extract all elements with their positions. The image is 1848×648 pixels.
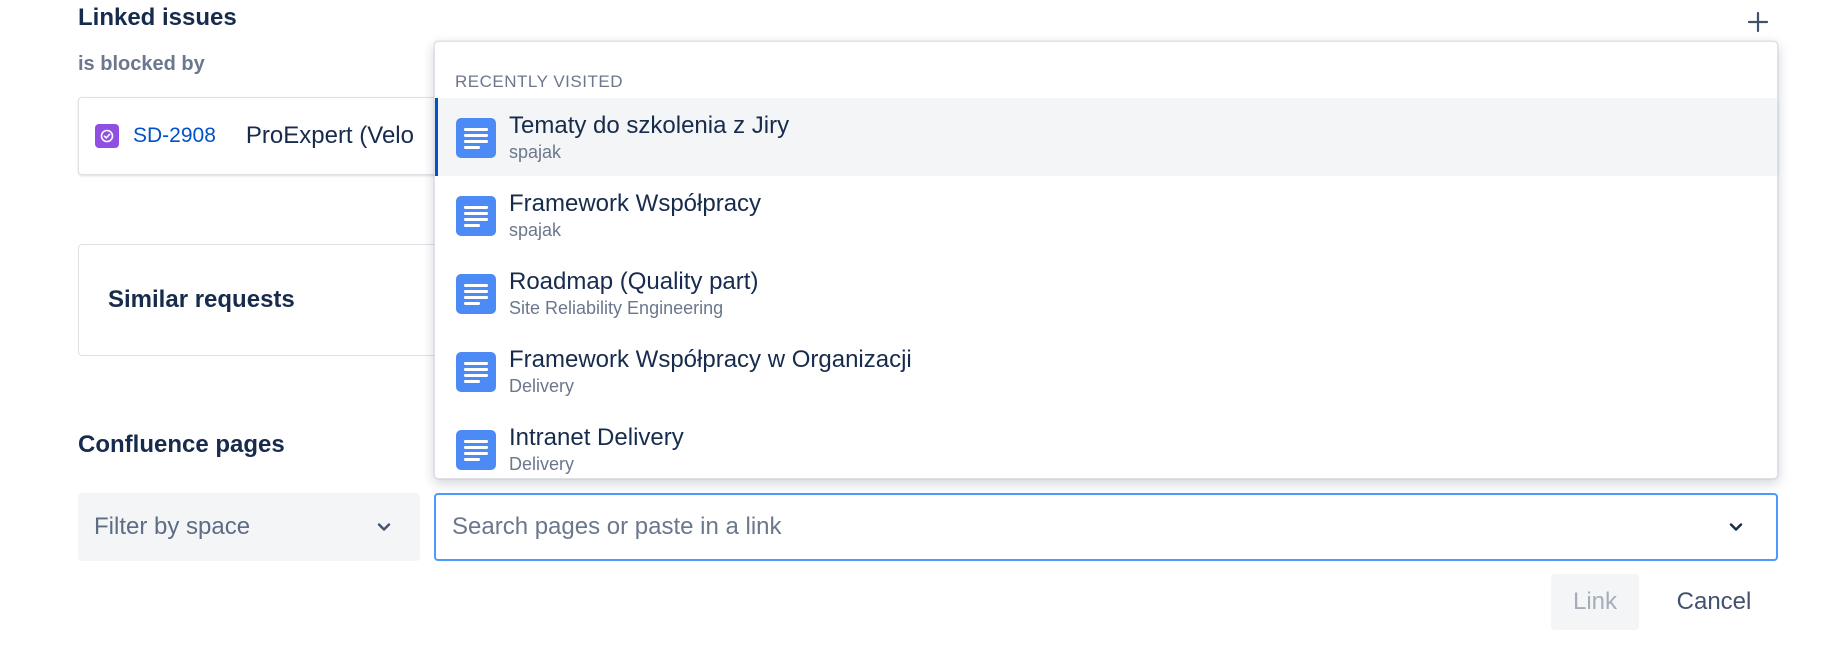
issue-summary: ProExpert (Velo	[245, 122, 414, 149]
similar-requests-title: Similar requests	[108, 286, 295, 313]
page-option-space: Delivery	[509, 454, 575, 474]
page-icon	[456, 118, 496, 158]
page-option[interactable]: Tematy do szkolenia z Jiry spajak	[435, 98, 1777, 176]
space-filter-select[interactable]: Filter by space	[78, 493, 420, 561]
confluence-pages-title: Confluence pages	[78, 431, 285, 458]
page-option-title: Roadmap (Quality part)	[509, 268, 759, 295]
page-search-input[interactable]	[450, 506, 1694, 548]
add-linked-issue-button[interactable]	[1738, 2, 1778, 42]
plus-icon	[1747, 11, 1769, 33]
page-search-field[interactable]	[434, 493, 1778, 561]
page-option-space: Delivery	[509, 376, 575, 396]
page-option[interactable]: Framework Współpracy w Organizacji Deliv…	[435, 332, 1777, 410]
page-option-space: spajak	[509, 142, 562, 162]
page-option[interactable]: Intranet Delivery Delivery	[435, 410, 1777, 478]
linked-issues-title: Linked issues	[78, 4, 237, 31]
page-option-space: spajak	[509, 220, 562, 240]
page-option-title: Framework Współpracy w Organizacji	[509, 346, 912, 373]
cancel-button[interactable]: Cancel	[1660, 574, 1768, 630]
page-option[interactable]: Framework Współpracy spajak	[435, 176, 1777, 254]
link-button[interactable]: Link	[1551, 574, 1639, 630]
page-option-title: Intranet Delivery	[509, 424, 684, 451]
page-option-title: Tematy do szkolenia z Jiry	[509, 112, 790, 139]
page-icon	[456, 430, 496, 470]
chevron-down-icon[interactable]	[1726, 517, 1746, 537]
recently-visited-dropdown: RECENTLY VISITED Tematy do szkolenia z J…	[434, 41, 1778, 479]
issue-type-icon	[95, 124, 119, 148]
page-icon	[456, 196, 496, 236]
page: Linked issues is blocked by SD-2908 ProE…	[0, 0, 1848, 648]
chevron-down-icon	[377, 523, 391, 531]
space-filter-placeholder: Filter by space	[94, 513, 251, 540]
link-relation-label: is blocked by	[78, 53, 205, 75]
page-option[interactable]: Roadmap (Quality part) Site Reliability …	[435, 254, 1777, 332]
page-icon	[456, 274, 496, 314]
issue-key-link[interactable]: SD-2908	[133, 124, 216, 148]
dropdown-heading: RECENTLY VISITED	[455, 72, 623, 91]
page-option-space: Site Reliability Engineering	[509, 298, 724, 318]
page-option-title: Framework Współpracy	[509, 190, 762, 217]
page-icon	[456, 352, 496, 392]
